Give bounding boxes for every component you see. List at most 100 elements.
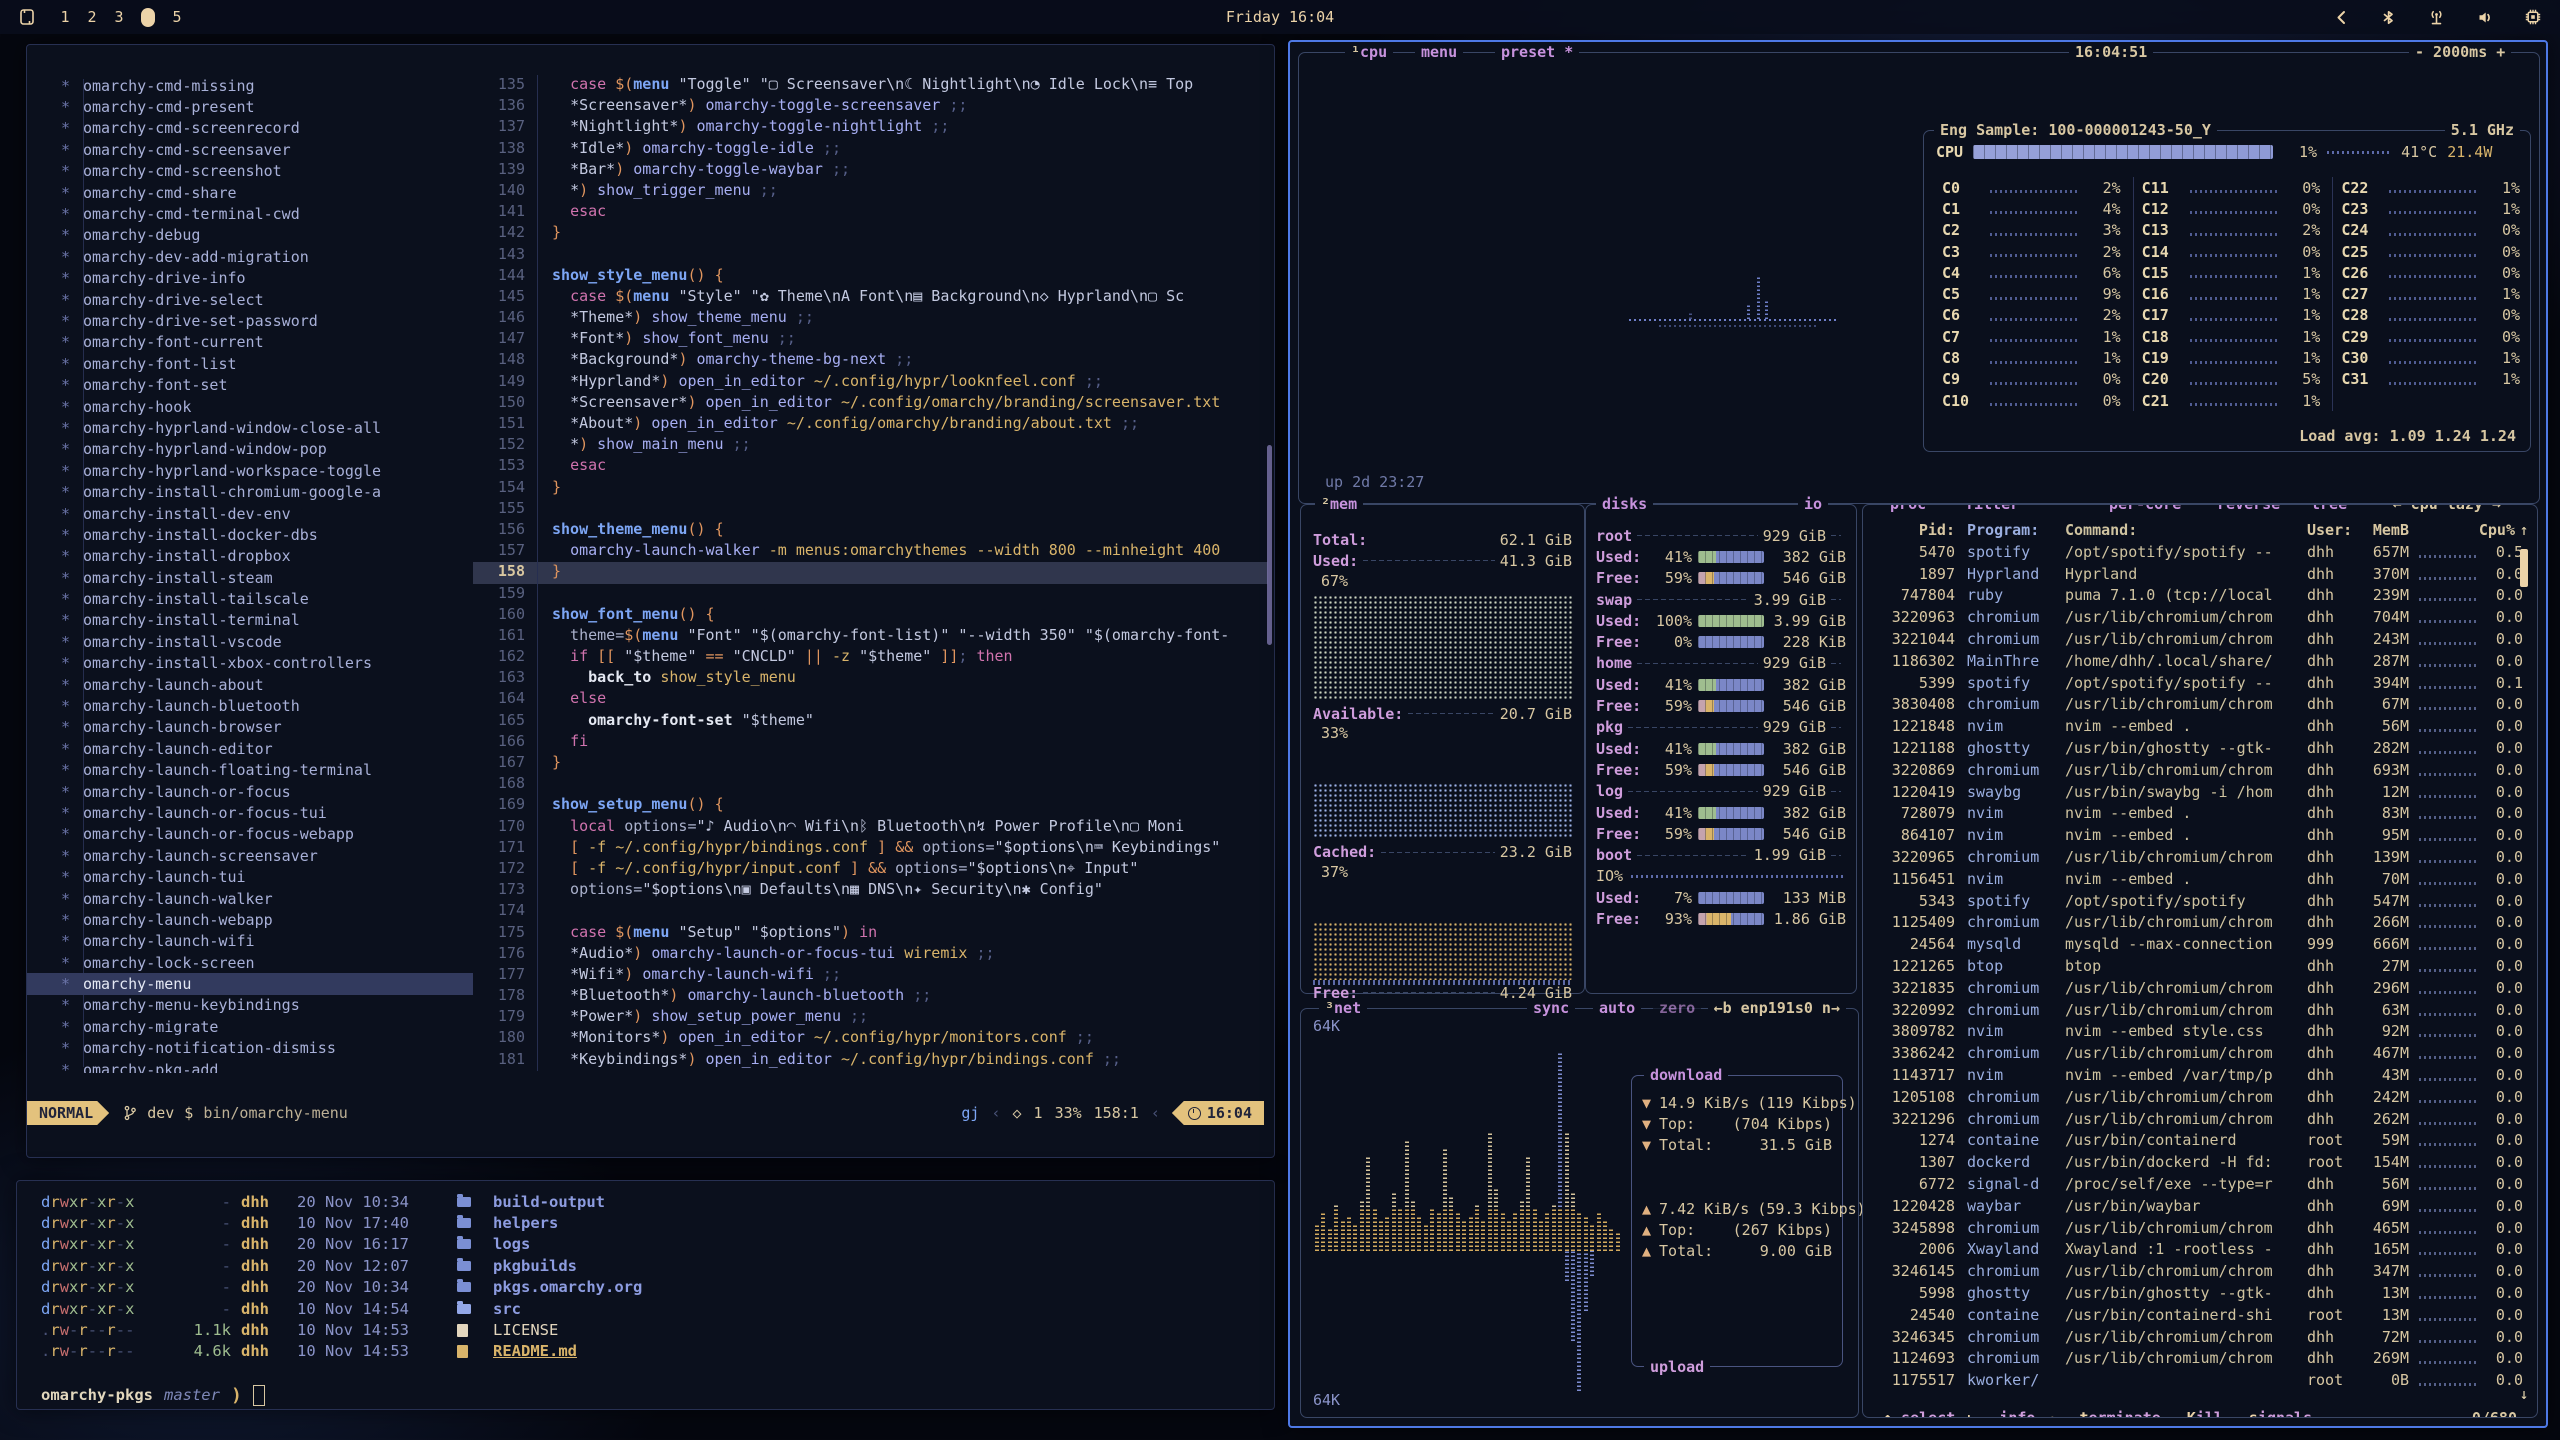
file-item[interactable]: *omarchy-launch-bluetooth (27, 695, 473, 716)
workspace-4[interactable] (141, 8, 155, 27)
process-row[interactable]: 1186302MainThre/home/dhh/.local/share/dh… (1877, 650, 2515, 672)
file-item[interactable]: *omarchy-pkg-add (27, 1059, 473, 1073)
file-item[interactable]: *omarchy-hyprland-window-close-all (27, 417, 473, 438)
process-row[interactable]: 747804rubypuma 7.1.0 (tcp://localdhh239M… (1877, 585, 2515, 607)
file-item[interactable]: *omarchy-font-list (27, 353, 473, 374)
net-zero-toggle[interactable]: zero (1653, 998, 1701, 1018)
expand-chevron-icon[interactable] (2333, 9, 2350, 26)
file-item[interactable]: *omarchy-hook (27, 396, 473, 417)
net-sync-toggle[interactable]: sync (1527, 998, 1575, 1018)
update-interval-control[interactable]: - 2000ms + (2409, 42, 2511, 62)
info-action[interactable]: info ↵ (1999, 1408, 2053, 1418)
select-action[interactable]: ↑ select ↓ (1883, 1408, 1973, 1418)
file-item[interactable]: *omarchy-launch-or-focus-webapp (27, 824, 473, 845)
file-name[interactable]: src (493, 1300, 521, 1318)
process-row[interactable]: 3221044chromium/usr/lib/chromium/chromdh… (1877, 628, 2515, 650)
file-name[interactable]: LICENSE (493, 1321, 558, 1339)
file-item[interactable]: *omarchy-launch-editor (27, 738, 473, 759)
process-row[interactable]: 3221835chromium/usr/lib/chromium/chromdh… (1877, 977, 2515, 999)
file-name[interactable]: README.md (493, 1342, 577, 1360)
process-row[interactable]: 1274containe/usr/bin/containerdroot59M0.… (1877, 1130, 2515, 1152)
file-item[interactable]: *omarchy-cmd-terminal-cwd (27, 203, 473, 224)
process-row[interactable]: 5343spotify/opt/spotify/spotifydhh547M0.… (1877, 890, 2515, 912)
file-item[interactable]: *omarchy-launch-webapp (27, 909, 473, 930)
file-item[interactable]: *omarchy-hyprland-window-pop (27, 439, 473, 460)
process-row[interactable]: 1221265btopbtopdhh27M0.0 (1877, 955, 2515, 977)
process-row[interactable]: 1124693chromium/usr/lib/chromium/chromdh… (1877, 1347, 2515, 1369)
process-row[interactable]: 1897HyprlandHyprlanddhh370M0.0 (1877, 563, 2515, 585)
process-row[interactable]: 3809782nvimnvim --embed style.cssdhh92M0… (1877, 1021, 2515, 1043)
tab-proc[interactable]: ⁴proc (1875, 504, 1932, 514)
file-item[interactable]: *omarchy-launch-screensaver (27, 845, 473, 866)
process-row[interactable]: 3830408chromium/usr/lib/chromium/chromdh… (1877, 694, 2515, 716)
file-item[interactable]: *omarchy-launch-or-focus-tui (27, 802, 473, 823)
process-row[interactable]: 2006XwaylandXwayland :1 -rootless -dhh16… (1877, 1239, 2515, 1261)
process-row[interactable]: 3220869chromium/usr/lib/chromium/chromdh… (1877, 759, 2515, 781)
file-item[interactable]: *omarchy-install-tailscale (27, 588, 473, 609)
network-antenna-icon[interactable] (2427, 9, 2446, 26)
file-name[interactable]: build-output (493, 1193, 605, 1211)
editor-scrollbar[interactable] (1267, 445, 1272, 645)
menu-button[interactable]: menu (1415, 42, 1463, 62)
process-row[interactable]: 3245898chromium/usr/lib/chromium/chromdh… (1877, 1217, 2515, 1239)
file-item[interactable]: *omarchy-cmd-missing (27, 75, 473, 96)
file-item[interactable]: *omarchy-launch-floating-terminal (27, 760, 473, 781)
process-row[interactable]: 5998ghostty/usr/bin/ghostty --gtk-dhh13M… (1877, 1282, 2515, 1304)
file-item[interactable]: *omarchy-launch-wifi (27, 931, 473, 952)
filter-button[interactable]: filter (1959, 504, 2025, 514)
per-core-toggle[interactable]: per-core (2103, 504, 2187, 514)
file-item[interactable]: *omarchy-launch-about (27, 674, 473, 695)
file-item[interactable]: *omarchy-debug (27, 225, 473, 246)
file-item[interactable]: *omarchy-drive-info (27, 268, 473, 289)
file-item[interactable]: *omarchy-install-xbox-controllers (27, 653, 473, 674)
file-item[interactable]: *omarchy-cmd-present (27, 96, 473, 117)
file-item[interactable]: *omarchy-menu (27, 973, 473, 994)
process-row[interactable]: 3220992chromium/usr/lib/chromium/chromdh… (1877, 999, 2515, 1021)
process-row[interactable]: 1125409chromium/usr/lib/chromium/chromdh… (1877, 912, 2515, 934)
file-item[interactable]: *omarchy-launch-or-focus (27, 781, 473, 802)
scrollbar-thumb[interactable] (2520, 549, 2528, 587)
terminate-action[interactable]: terminate (2080, 1408, 2161, 1418)
reverse-toggle[interactable]: reverse (2211, 504, 2286, 514)
file-item[interactable]: *omarchy-lock-screen (27, 952, 473, 973)
file-item[interactable]: *omarchy-install-terminal (27, 610, 473, 631)
process-row[interactable]: 1221848nvimnvim --embed .dhh56M0.0 (1877, 715, 2515, 737)
workspace-3[interactable]: 3 (114, 8, 124, 26)
tab-mem[interactable]: ²mem (1315, 494, 1363, 514)
file-item[interactable]: *omarchy-cmd-screenrecord (27, 118, 473, 139)
os-logo-icon[interactable] (18, 8, 36, 26)
file-item[interactable]: *omarchy-drive-set-password (27, 310, 473, 331)
process-row[interactable]: 3220965chromium/usr/lib/chromium/chromdh… (1877, 846, 2515, 868)
file-item[interactable]: *omarchy-migrate (27, 1016, 473, 1037)
process-row[interactable]: 1221188ghostty/usr/bin/ghostty --gtk-dhh… (1877, 737, 2515, 759)
file-item[interactable]: *omarchy-install-steam (27, 567, 473, 588)
file-name[interactable]: helpers (493, 1214, 558, 1232)
file-item[interactable]: *omarchy-launch-tui (27, 866, 473, 887)
cpu-chip-icon[interactable] (2524, 8, 2542, 26)
file-item[interactable]: *omarchy-install-vscode (27, 631, 473, 652)
sort-column-switcher[interactable]: ← cpu lazy → (2387, 504, 2507, 514)
file-item[interactable]: *omarchy-launch-walker (27, 888, 473, 909)
file-item[interactable]: *omarchy-dev-add-migration (27, 246, 473, 267)
net-interface-switcher[interactable]: ←b enp191s0 n→ (1708, 998, 1846, 1018)
preset-button[interactable]: preset * (1495, 42, 1579, 62)
tab-io[interactable]: io (1798, 494, 1828, 514)
scroll-up-icon[interactable]: ↑ (2519, 521, 2528, 539)
file-item[interactable]: *omarchy-install-chromium-google-a (27, 481, 473, 502)
process-row[interactable]: 24564mysqldmysqld --max-connection999666… (1877, 933, 2515, 955)
tab-net[interactable]: ³net (1319, 998, 1367, 1018)
process-row[interactable]: 728079nvimnvim --embed .dhh83M0.0 (1877, 803, 2515, 825)
process-row[interactable]: 1220419swaybg/usr/bin/swaybg -i /homdhh1… (1877, 781, 2515, 803)
file-item[interactable]: *omarchy-launch-browser (27, 717, 473, 738)
bluetooth-icon[interactable] (2380, 9, 2397, 26)
kill-action[interactable]: Kill (2187, 1408, 2223, 1418)
file-item[interactable]: *omarchy-notification-dismiss (27, 1038, 473, 1059)
file-item[interactable]: *omarchy-install-docker-dbs (27, 524, 473, 545)
workspace-2[interactable]: 2 (87, 8, 97, 26)
file-name[interactable]: pkgbuilds (493, 1257, 577, 1275)
process-row[interactable]: 1220428waybar/usr/bin/waybardhh69M0.0 (1877, 1195, 2515, 1217)
process-row[interactable]: 1307dockerd/usr/bin/dockerd -H fd:root15… (1877, 1151, 2515, 1173)
process-row[interactable]: 1143717nvimnvim --embed /var/tmp/pdhh43M… (1877, 1064, 2515, 1086)
file-item[interactable]: *omarchy-install-dev-env (27, 503, 473, 524)
process-row[interactable]: 3386242chromium/usr/lib/chromium/chromdh… (1877, 1042, 2515, 1064)
